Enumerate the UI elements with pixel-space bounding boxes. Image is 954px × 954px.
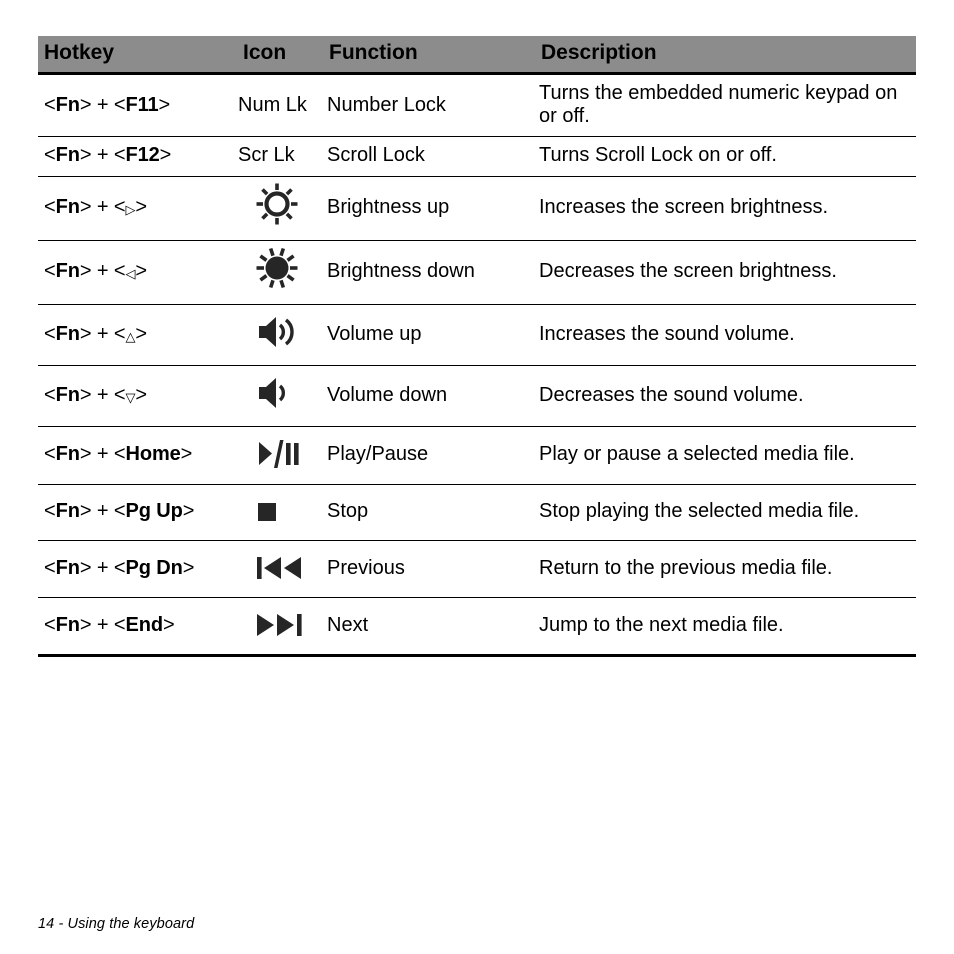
table-header: Hotkey Icon Function Description: [38, 36, 916, 74]
description-cell: Decreases the screen brightness.: [539, 260, 837, 283]
description-cell: Stop playing the selected media file.: [539, 499, 860, 522]
stop-icon: [237, 492, 323, 532]
icon-cell: [237, 597, 323, 655]
function-cell: Volume down: [327, 384, 448, 407]
icon-cell: [237, 427, 323, 484]
function-cell: Brightness up: [327, 196, 450, 219]
hotkey-combo-cell: <Fn> + <End>: [44, 613, 175, 636]
brightness-up-icon: [237, 183, 323, 225]
table-row: <Fn> + <End> Next Jump to the next media …: [38, 597, 916, 656]
description-cell: Increases the sound volume.: [539, 322, 795, 345]
num-lock-text-icon: Num Lk: [238, 93, 307, 116]
hotkey-combo-cell: <Fn> + <F11>: [44, 93, 171, 116]
icon-cell: Scr Lk: [237, 137, 323, 176]
hotkey-combo-cell: <Fn> + <F12>: [44, 144, 172, 167]
hotkey-combo-cell: <Fn> + <Pg Dn>: [44, 556, 195, 579]
arrow-glyph: ▽: [125, 390, 136, 406]
column-header-function: Function: [323, 36, 535, 74]
next-track-icon: [237, 605, 323, 645]
table-body: <Fn> + <F11> Num Lk Number Lock Turns the e…: [38, 74, 916, 656]
table-row: <Fn> + <◁> Brightness down Decreases the …: [38, 240, 916, 305]
previous-track-icon: [237, 548, 323, 588]
arrow-glyph: △: [125, 328, 136, 344]
function-cell: Number Lock: [327, 93, 446, 116]
description-cell: Play or pause a selected media file.: [539, 443, 855, 466]
hotkey-table: Hotkey Icon Function Description <Fn> + …: [38, 36, 916, 657]
description-cell: Return to the previous media file.: [539, 556, 833, 579]
description-cell: Turns the embedded numeric keypad on or …: [539, 82, 898, 128]
function-cell: Play/Pause: [327, 443, 429, 466]
icon-cell: [237, 484, 323, 540]
table-row: <Fn> + <△> Volume up Increases the sound …: [38, 304, 916, 366]
hotkey-combo-cell: <Fn> + <▽>: [44, 384, 147, 407]
icon-cell: [237, 304, 323, 365]
table-row: <Fn> + <▷> Brightness up Increases the sc…: [38, 176, 916, 241]
icon-cell: [237, 240, 323, 304]
table-header-row: Hotkey Icon Function Description: [38, 36, 916, 74]
description-cell: Increases the screen brightness.: [539, 196, 829, 219]
description-cell: Turns Scroll Lock on or off.: [539, 144, 777, 167]
column-header-hotkey: Hotkey: [38, 36, 237, 74]
icon-cell: [237, 540, 323, 597]
hotkey-combo-cell: <Fn> + <△>: [44, 322, 147, 345]
function-cell: Next: [327, 613, 369, 636]
column-header-description: Description: [535, 36, 916, 74]
hotkey-combo-cell: <Fn> + <Pg Up>: [44, 499, 195, 522]
volume-down-icon: [237, 373, 323, 413]
function-cell: Previous: [327, 556, 405, 579]
document-page: Hotkey Icon Function Description <Fn> + …: [0, 0, 954, 954]
hotkey-combo-cell: <Fn> + <◁>: [44, 260, 147, 283]
table-row: <Fn> + <F11> Num Lk Number Lock Turns the e…: [38, 74, 916, 137]
description-cell: Jump to the next media file.: [539, 613, 784, 636]
volume-up-icon: [237, 312, 323, 352]
description-cell: Decreases the sound volume.: [539, 384, 804, 407]
icon-cell: [237, 176, 323, 240]
function-cell: Brightness down: [327, 260, 475, 283]
arrow-glyph: ◁: [125, 266, 136, 282]
function-cell: Stop: [327, 499, 369, 522]
table-row: <Fn> + <Pg Dn> Previous Return to the pre…: [38, 540, 916, 598]
page-footer: 14 - Using the keyboard: [38, 916, 195, 932]
scroll-lock-text-icon: Scr Lk: [238, 144, 295, 167]
play-pause-icon: [237, 434, 323, 474]
function-cell: Volume up: [327, 322, 422, 345]
column-header-icon: Icon: [237, 36, 323, 74]
icon-cell: [237, 366, 323, 427]
table-row: <Fn> + <▽> Volume down Decreases the soun…: [38, 366, 916, 427]
function-cell: Scroll Lock: [327, 144, 425, 167]
brightness-down-icon: [237, 247, 323, 288]
table-row: <Fn> + <Pg Up> Stop Stop playing the sele…: [38, 484, 916, 541]
icon-cell: Num Lk: [237, 74, 323, 137]
hotkey-combo-cell: <Fn> + <▷>: [44, 196, 147, 219]
table-row: <Fn> + <F12> Scr Lk Scroll Lock Turns Scrol…: [38, 137, 916, 177]
arrow-glyph: ▷: [125, 202, 136, 218]
table-row: <Fn> + <Home> Play/Pause Play or pause a …: [38, 427, 916, 485]
hotkey-combo-cell: <Fn> + <Home>: [44, 443, 193, 466]
